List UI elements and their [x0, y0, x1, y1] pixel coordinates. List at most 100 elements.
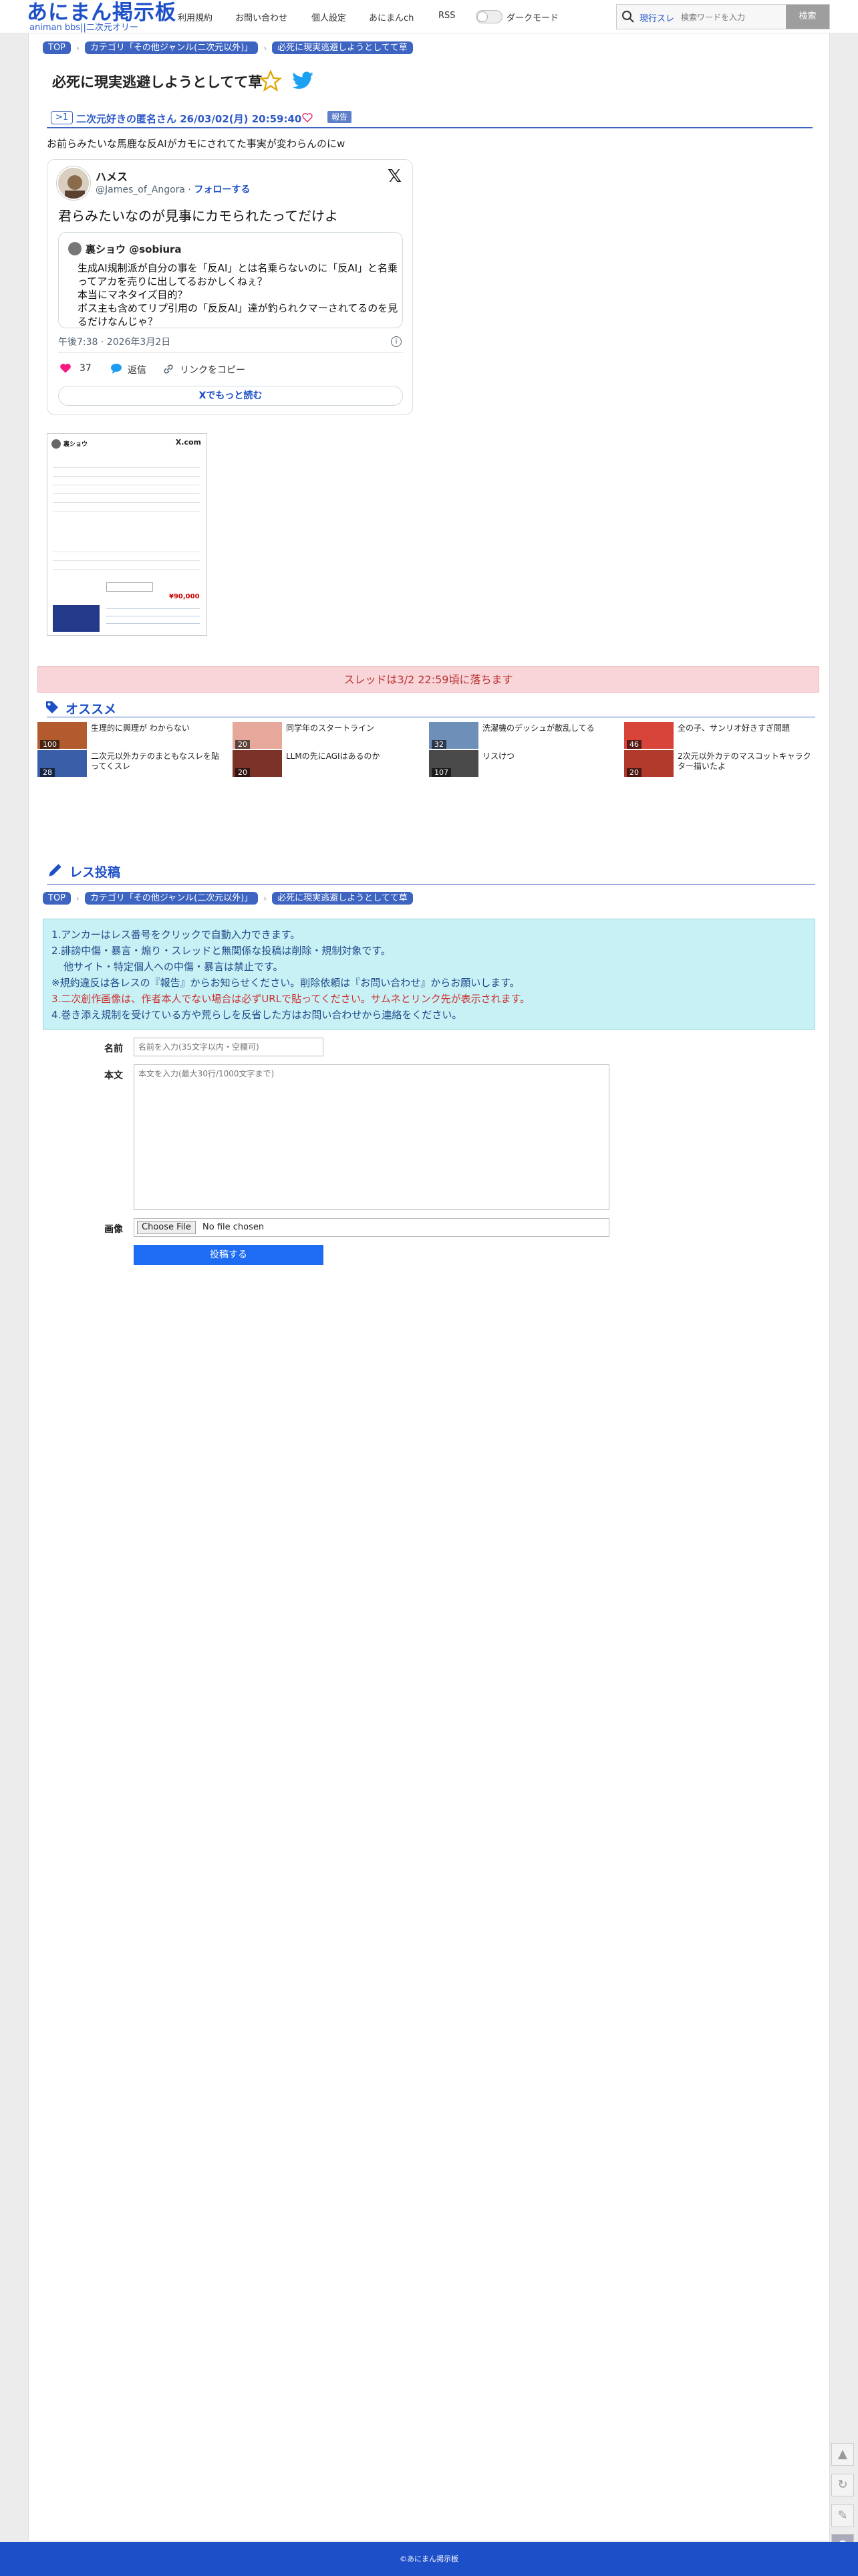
breadcrumb: TOP › カテゴリ「その他ジャンル(二次元以外)」 › 必死に現実逃避しようと… — [43, 41, 413, 54]
recommend-count: 20 — [235, 740, 250, 749]
like-heart-icon[interactable] — [302, 113, 313, 122]
tweet-follow-button[interactable]: フォローする — [194, 185, 250, 195]
tweet-copy-link[interactable]: リンクをコピー — [180, 363, 245, 376]
recommend-caption: 二次元以外カテのまともなスレを貼ってくスレ — [91, 751, 220, 771]
recommend-item[interactable]: 20 2次元以外カテのマスコットキャラクター描いたよ — [624, 750, 815, 810]
quote-line: 生成AI規制派が自分の事を「反AI」とは名乗らないのに「反AI」と名乗 — [78, 262, 398, 274]
recommend-thumb: 100 — [37, 722, 87, 749]
reload-icon[interactable]: ↻ — [831, 2474, 854, 2496]
scroll-top-button[interactable]: ▲ — [831, 2443, 854, 2466]
tweet-author-name[interactable]: ハメス — [96, 168, 128, 184]
quote-line: ってアカを売りに出してるおかしくねぇ？ — [78, 275, 267, 287]
recommend-caption: 生理的に興理が わからない — [91, 723, 190, 733]
nav-settings[interactable]: 個人設定 — [311, 11, 346, 23]
quote-line: 本当にマネタイズ目的？ — [78, 289, 188, 301]
search-button[interactable]: 検索 — [786, 5, 829, 29]
page: あにまん掲示板 animan bbs||二次元オリー 利用規約 お問い合わせ 個… — [0, 0, 858, 2576]
section-divider — [47, 884, 815, 885]
form-title: レス投稿 — [69, 865, 121, 880]
recommend-thumb: 20 — [233, 722, 282, 749]
name-input[interactable] — [134, 1038, 323, 1056]
breadcrumb-thread[interactable]: 必死に現実逃避しようとしてて草 — [272, 41, 413, 54]
tag-icon — [46, 701, 58, 713]
site-footer: ©あにまん掲示板 — [0, 2542, 858, 2576]
tweet-reply-button[interactable]: 返信 — [128, 363, 146, 376]
recommend-count: 107 — [432, 768, 451, 777]
breadcrumb-sep: › — [263, 893, 267, 903]
notice-line: 他サイト・特定個人への中傷・暴言は禁止です。 — [63, 961, 283, 973]
search-scope[interactable]: 現行スレ — [639, 11, 674, 24]
compose-icon[interactable]: ✎ — [831, 2504, 854, 2527]
post-image-thumbnail[interactable]: 裏ショウ X.com ¥90,000 — [47, 433, 207, 636]
breadcrumb-thread[interactable]: 必死に現実逃避しようとしてて草 — [272, 892, 413, 905]
breadcrumb-top[interactable]: TOP — [43, 41, 72, 54]
quoted-tweet[interactable]: 裏ショウ @sobiura 生成AI規制派が自分の事を「反AI」とは名乗らないの… — [58, 232, 403, 328]
recommend-caption: 洗濯機のデッシュが散乱してる — [482, 723, 595, 733]
info-icon[interactable]: i — [391, 336, 402, 347]
thumb-price: ¥90,000 — [169, 593, 200, 600]
thumb-box — [106, 582, 153, 592]
post-number[interactable]: >1 — [51, 111, 74, 124]
tweet-date[interactable]: 午後7:38 · 2026年3月2日 — [58, 335, 170, 348]
post-author-date: 二次元好きの匿名さん 26/03/02(月) 20:59:40 — [76, 113, 302, 125]
quote-avatar — [68, 242, 82, 255]
submit-button[interactable]: 投稿する — [134, 1245, 323, 1265]
thumb-text-lines — [106, 605, 200, 629]
search-box: 現行スレ 検索 — [616, 4, 830, 29]
report-button[interactable]: 報告 — [327, 111, 352, 123]
thumb-text-lines — [53, 548, 200, 574]
dark-mode-toggle[interactable] — [476, 10, 503, 23]
search-input[interactable] — [681, 9, 781, 25]
notice-line: 2.誹謗中傷・暴言・煽り・スレッドと無関係な投稿は削除・規制対象です。 — [51, 945, 391, 957]
notice-line-warning: 3.二次創作画像は、作者本人でない場合は必ずURLで貼ってください。サムネとリン… — [51, 993, 531, 1005]
recommend-caption: LLMの先にAGIはあるのか — [286, 751, 380, 761]
choose-file-button[interactable]: Choose File — [137, 1221, 196, 1234]
site-logo-sub: animan bbs||二次元オリー — [29, 23, 138, 33]
breadcrumb-bottom: TOP › カテゴリ「その他ジャンル(二次元以外)」 › 必死に現実逃避しようと… — [43, 892, 413, 905]
image-label: 画像 — [104, 1224, 123, 1235]
dark-mode-label: ダークモード — [507, 13, 559, 23]
thumb-image-block — [53, 605, 100, 632]
x-logo-icon[interactable]: 𝕏 — [388, 166, 402, 187]
site-header: あにまん掲示板 animan bbs||二次元オリー 利用規約 お問い合わせ 個… — [0, 0, 858, 33]
recommend-item[interactable]: 107 リスけつ — [429, 750, 619, 810]
reply-bubble-icon[interactable] — [110, 363, 122, 374]
recommend-count: 100 — [40, 740, 59, 749]
quote-line: るだけなんじゃ？ — [78, 316, 158, 328]
body-label: 本文 — [104, 1070, 123, 1081]
recommend-count: 32 — [432, 740, 446, 749]
file-input[interactable]: Choose File No file chosen — [134, 1218, 609, 1237]
post-header: >1 二次元好きの匿名さん 26/03/02(月) 20:59:40 報告 — [47, 110, 813, 128]
recommend-count: 20 — [235, 768, 250, 777]
thumb-name: 裏ショウ — [63, 441, 88, 448]
recommend-item[interactable]: 20 LLMの先にAGIはあるのか — [233, 750, 423, 810]
recommend-thumb: 20 — [624, 750, 674, 777]
favorite-star-icon[interactable] — [259, 70, 282, 92]
breadcrumb-category[interactable]: カテゴリ「その他ジャンル(二次元以外)」 — [84, 41, 259, 54]
osusume-title: オススメ — [65, 702, 117, 717]
recommend-caption: リスけつ — [482, 751, 515, 761]
tweet-handle: @James_of_Angora · フォローする — [96, 183, 250, 196]
recommend-thumb: 28 — [37, 750, 87, 777]
recommend-item[interactable]: 28 二次元以外カテのまともなスレを貼ってくスレ — [37, 750, 228, 810]
nav-rss[interactable]: RSS — [438, 11, 456, 21]
heart-filled-icon[interactable] — [59, 363, 72, 374]
tweet-avatar[interactable] — [57, 166, 90, 200]
read-more-on-x-button[interactable]: Xでもっと読む — [58, 386, 403, 406]
link-icon[interactable] — [162, 363, 174, 375]
twitter-share-icon[interactable] — [291, 71, 314, 91]
notice-line: ※規約違反は各レスの『報告』からお知らせください。削除依頼は『お問い合わせ』から… — [51, 977, 520, 989]
breadcrumb-top[interactable]: TOP — [43, 892, 72, 905]
thumb-x-logo: X.com — [175, 438, 201, 447]
site-logo[interactable]: あにまん掲示板 — [27, 1, 176, 24]
breadcrumb-category[interactable]: カテゴリ「その他ジャンル(二次元以外)」 — [84, 892, 259, 905]
search-icon — [622, 11, 634, 23]
nav-terms[interactable]: 利用規約 — [178, 11, 212, 23]
breadcrumb-sep: › — [76, 43, 80, 53]
body-textarea[interactable] — [134, 1064, 609, 1210]
name-label: 名前 — [104, 1044, 123, 1054]
notice-line: 4.巻き添え規制を受けている方や荒らしを反省した方はお問い合わせから連絡をくださ… — [51, 1009, 462, 1021]
thumb-avatar — [51, 439, 61, 449]
nav-contact[interactable]: お問い合わせ — [235, 11, 287, 23]
nav-animanch[interactable]: あにまんch — [369, 11, 414, 23]
